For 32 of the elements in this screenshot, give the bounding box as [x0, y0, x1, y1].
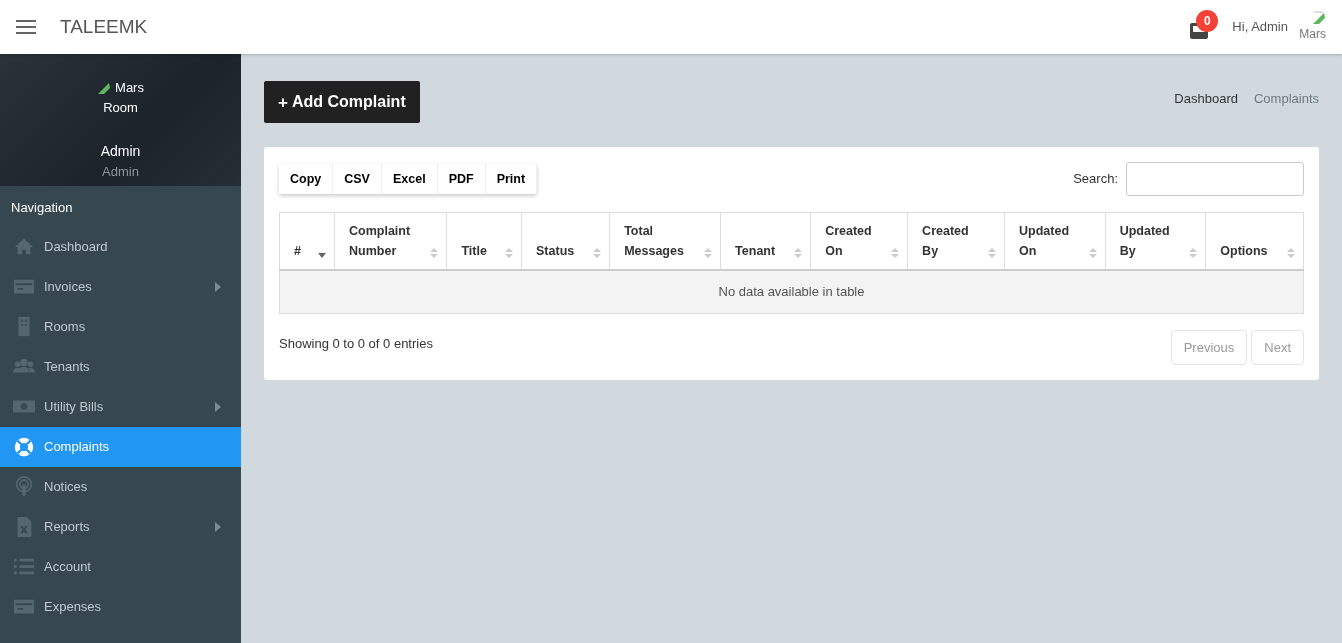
- sidebar-item[interactable]: Dashboard: [0, 226, 241, 267]
- export-button[interactable]: Copy: [279, 163, 334, 195]
- empty-table-message: No data available in table: [279, 270, 1304, 313]
- sidebar-item[interactable]: Reports: [0, 506, 241, 547]
- lifebuoy-icon: [12, 435, 36, 458]
- export-button[interactable]: CSV: [333, 163, 382, 195]
- avatar-alt-text: Mars: [1299, 26, 1326, 43]
- add-complaint-button[interactable]: + Add Complaint: [264, 81, 420, 123]
- sidebar-item[interactable]: Tenants: [0, 346, 241, 387]
- export-button[interactable]: Excel: [381, 163, 438, 195]
- search-label: Search:: [1073, 170, 1118, 189]
- search-field[interactable]: [1126, 162, 1304, 196]
- greeting-text: Hi, Admin: [1232, 18, 1288, 37]
- user-name: Admin: [100, 142, 141, 161]
- sidebar-item[interactable]: Utility Bills: [0, 386, 241, 427]
- notification-count: 0: [1196, 10, 1219, 33]
- export-button[interactable]: PDF: [437, 163, 486, 195]
- table-info-text: Showing 0 to 0 of 0 entries: [279, 334, 433, 353]
- sidebar-item[interactable]: Rooms: [0, 306, 241, 347]
- avatar-alt-text: Mars: [115, 79, 144, 97]
- sidebar-item[interactable]: Expenses: [0, 586, 241, 627]
- export-button[interactable]: Print: [485, 163, 538, 195]
- broken-image-icon: [1312, 11, 1326, 25]
- brand-name[interactable]: TALEEMK: [60, 12, 148, 42]
- sidebar-item[interactable]: Account: [0, 546, 241, 587]
- sidebar-item[interactable]: Notices: [0, 466, 241, 507]
- menu-icon[interactable]: [16, 20, 36, 34]
- user-role: Admin: [102, 163, 139, 181]
- breadcrumb-link[interactable]: Dashboard: [1174, 89, 1238, 109]
- sidebar-item[interactable]: Invoices: [0, 266, 241, 307]
- navigation-heading: Navigation: [10, 199, 74, 217]
- avatar-alt-text: Room: [103, 98, 138, 117]
